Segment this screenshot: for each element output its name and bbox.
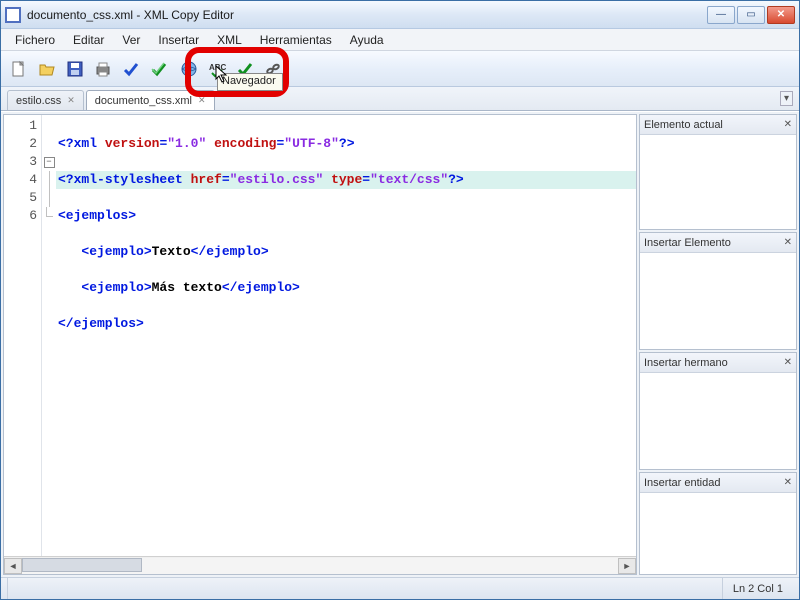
editor-panel: 1 2 3 4 5 6 <?xml version="1.0" encoding… xyxy=(3,114,637,575)
open-file-button[interactable] xyxy=(35,57,59,81)
maximize-button[interactable]: ▭ xyxy=(737,6,765,24)
side-panels: Elemento actual ✕ Insertar Elemento ✕ Inse… xyxy=(639,112,799,577)
save-button[interactable] xyxy=(63,57,87,81)
main-area: 1 2 3 4 5 6 <?xml version="1.0" encoding… xyxy=(1,111,799,577)
tooltip: Navegador xyxy=(217,73,283,91)
validate-blue-button[interactable] xyxy=(119,57,143,81)
fold-toggle[interactable] xyxy=(42,153,56,171)
panel-title: Elemento actual xyxy=(644,119,723,131)
panel-insertar-hermano: Insertar hermano ✕ xyxy=(639,352,797,470)
browser-button[interactable] xyxy=(177,57,201,81)
panel-close-icon[interactable]: ✕ xyxy=(784,119,792,130)
panel-title: Insertar entidad xyxy=(644,477,720,489)
toolbar: ABC Navegador xyxy=(1,51,799,87)
panel-elemento-actual: Elemento actual ✕ xyxy=(639,114,797,230)
tab-estilo-css[interactable]: estilo.css ✕ xyxy=(7,90,84,110)
fold-gutter xyxy=(42,115,56,556)
menu-bar: Fichero Editar Ver Insertar XML Herramie… xyxy=(1,29,799,51)
new-file-button[interactable] xyxy=(7,57,31,81)
line-number-gutter: 1 2 3 4 5 6 xyxy=(4,115,42,556)
code-editor[interactable]: 1 2 3 4 5 6 <?xml version="1.0" encoding… xyxy=(4,115,636,556)
panel-close-icon[interactable]: ✕ xyxy=(784,237,792,248)
tab-documento-css-xml[interactable]: documento_css.xml ✕ xyxy=(86,90,215,110)
panel-body[interactable] xyxy=(640,373,796,469)
status-bar: Ln 2 Col 1 xyxy=(1,577,799,599)
status-position: Ln 2 Col 1 xyxy=(722,578,793,599)
validate-green-button[interactable] xyxy=(147,57,171,81)
window-buttons: — ▭ ✕ xyxy=(707,6,795,24)
scroll-thumb[interactable] xyxy=(22,558,142,572)
tab-label: estilo.css xyxy=(16,95,61,107)
panel-title: Insertar Elemento xyxy=(644,237,731,249)
scroll-track[interactable] xyxy=(22,558,618,574)
menu-insertar[interactable]: Insertar xyxy=(150,31,207,49)
application-window: documento_css.xml - XML Copy Editor — ▭ … xyxy=(0,0,800,600)
tab-label: documento_css.xml xyxy=(95,95,192,107)
close-button[interactable]: ✕ xyxy=(767,6,795,24)
minimize-button[interactable]: — xyxy=(707,6,735,24)
code-area[interactable]: <?xml version="1.0" encoding="UTF-8"?> <… xyxy=(56,115,636,556)
tab-overflow-button[interactable]: ▾ xyxy=(780,91,793,106)
menu-herramientas[interactable]: Herramientas xyxy=(252,31,340,49)
panel-close-icon[interactable]: ✕ xyxy=(784,357,792,368)
panel-body[interactable] xyxy=(640,253,796,349)
panel-insertar-entidad: Insertar entidad ✕ xyxy=(639,472,797,575)
app-icon xyxy=(5,7,21,23)
scroll-left-icon[interactable]: ◄ xyxy=(4,558,22,574)
print-button[interactable] xyxy=(91,57,115,81)
title-bar: documento_css.xml - XML Copy Editor — ▭ … xyxy=(1,1,799,29)
svg-text:ABC: ABC xyxy=(209,63,226,72)
panel-close-icon[interactable]: ✕ xyxy=(784,477,792,488)
tab-close-icon[interactable]: ✕ xyxy=(67,95,75,106)
menu-ayuda[interactable]: Ayuda xyxy=(342,31,392,49)
tab-bar: estilo.css ✕ documento_css.xml ✕ ▾ xyxy=(1,87,799,111)
panel-title: Insertar hermano xyxy=(644,357,728,369)
panel-body[interactable] xyxy=(640,493,796,574)
scroll-right-icon[interactable]: ► xyxy=(618,558,636,574)
menu-editar[interactable]: Editar xyxy=(65,31,112,49)
menu-ver[interactable]: Ver xyxy=(114,31,148,49)
menu-fichero[interactable]: Fichero xyxy=(7,31,63,49)
menu-xml[interactable]: XML xyxy=(209,31,250,49)
panel-insertar-elemento: Insertar Elemento ✕ xyxy=(639,232,797,350)
tab-close-icon[interactable]: ✕ xyxy=(198,95,206,106)
panel-body[interactable] xyxy=(640,135,796,229)
window-title: documento_css.xml - XML Copy Editor xyxy=(27,8,707,22)
horizontal-scrollbar[interactable]: ◄ ► xyxy=(4,556,636,574)
